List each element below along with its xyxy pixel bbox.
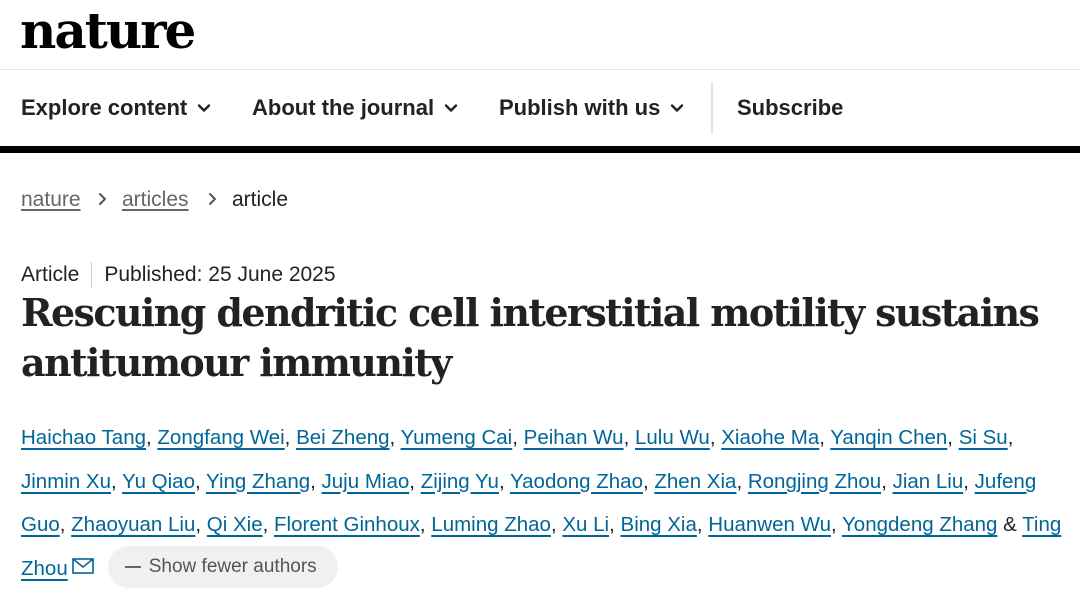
show-fewer-label: Show fewer authors [148, 556, 317, 578]
author-link[interactable]: Zongfang Wei [157, 426, 284, 449]
article-meta: Article Published: 25 June 2025 [21, 262, 336, 288]
author-link[interactable]: Yu Qiao [122, 470, 195, 493]
published-date: Published: 25 June 2025 [104, 263, 336, 286]
author-link[interactable]: Florent Ginhoux [274, 513, 420, 536]
author-link[interactable]: Bei Zheng [296, 426, 389, 449]
author-link[interactable]: Si Su [959, 426, 1008, 449]
breadcrumb: nature articles article [0, 153, 1080, 243]
nav-divider [711, 82, 713, 134]
article-type: Article [21, 263, 80, 286]
header-rule [0, 146, 1080, 153]
author-link[interactable]: Juju Miao [322, 470, 410, 493]
author-link[interactable]: Xu Li [562, 513, 609, 536]
chevron-down-icon [444, 104, 458, 112]
nav-subscribe-label: Subscribe [737, 95, 844, 120]
author-link[interactable]: Haichao Tang [21, 426, 146, 449]
article-title: Rescuing dendritic cell interstitial mot… [21, 290, 1040, 385]
nav-explore-label: Explore content [21, 95, 188, 120]
author-link[interactable]: Ying Zhang [206, 470, 310, 493]
nav-about-journal[interactable]: About the journal [252, 70, 458, 146]
chevron-right-icon [207, 187, 219, 216]
author-link[interactable]: Rongjing Zhou [748, 470, 881, 493]
author-link[interactable]: Zijing Yu [421, 470, 499, 493]
main-nav: Explore content About the journal Publis… [0, 70, 1080, 146]
chevron-down-icon [671, 104, 684, 112]
nature-logo[interactable]: nature [20, 0, 196, 62]
author-link[interactable]: Lulu Wu [635, 426, 710, 449]
author-link[interactable]: Huanwen Wu [708, 513, 831, 536]
nav-about-label: About the journal [252, 95, 435, 120]
author-link[interactable]: Yongdeng Zhang [842, 513, 997, 536]
nav-publish-with-us[interactable]: Publish with us [499, 70, 684, 146]
author-link[interactable]: Peihan Wu [524, 426, 624, 449]
breadcrumb-articles[interactable]: articles [122, 188, 189, 212]
chevron-right-icon [97, 187, 109, 216]
nav-explore-content[interactable]: Explore content [21, 70, 211, 146]
author-link[interactable]: Jian Liu [893, 470, 964, 493]
meta-divider [91, 262, 93, 288]
breadcrumb-article: article [232, 188, 289, 211]
author-link[interactable]: Xiaohe Ma [721, 426, 819, 449]
author-link[interactable]: Zhen Xia [654, 470, 736, 493]
author-link[interactable]: Zhaoyuan Liu [71, 513, 195, 536]
nav-publish-label: Publish with us [499, 95, 661, 120]
show-fewer-authors-button[interactable]: Show fewer authors [107, 546, 338, 589]
minus-icon [124, 566, 141, 569]
mail-icon[interactable] [71, 557, 94, 574]
author-link[interactable]: Jinmin Xu [21, 470, 111, 493]
chevron-down-icon [198, 104, 211, 112]
author-link[interactable]: Bing Xia [621, 513, 697, 536]
author-link[interactable]: Yaodong Zhao [510, 470, 643, 493]
masthead: nature [0, 0, 1080, 70]
author-join: & [997, 513, 1023, 536]
author-link[interactable]: Luming Zhao [431, 513, 551, 536]
breadcrumb-nature[interactable]: nature [21, 188, 81, 212]
author-link[interactable]: Yumeng Cai [401, 426, 513, 449]
author-list: Haichao Tang, Zongfang Wei, Bei Zheng, Y… [21, 416, 1066, 590]
author-link[interactable]: Yanqin Chen [830, 426, 947, 449]
nav-subscribe[interactable]: Subscribe [737, 70, 843, 146]
author-link[interactable]: Qi Xie [207, 513, 263, 536]
